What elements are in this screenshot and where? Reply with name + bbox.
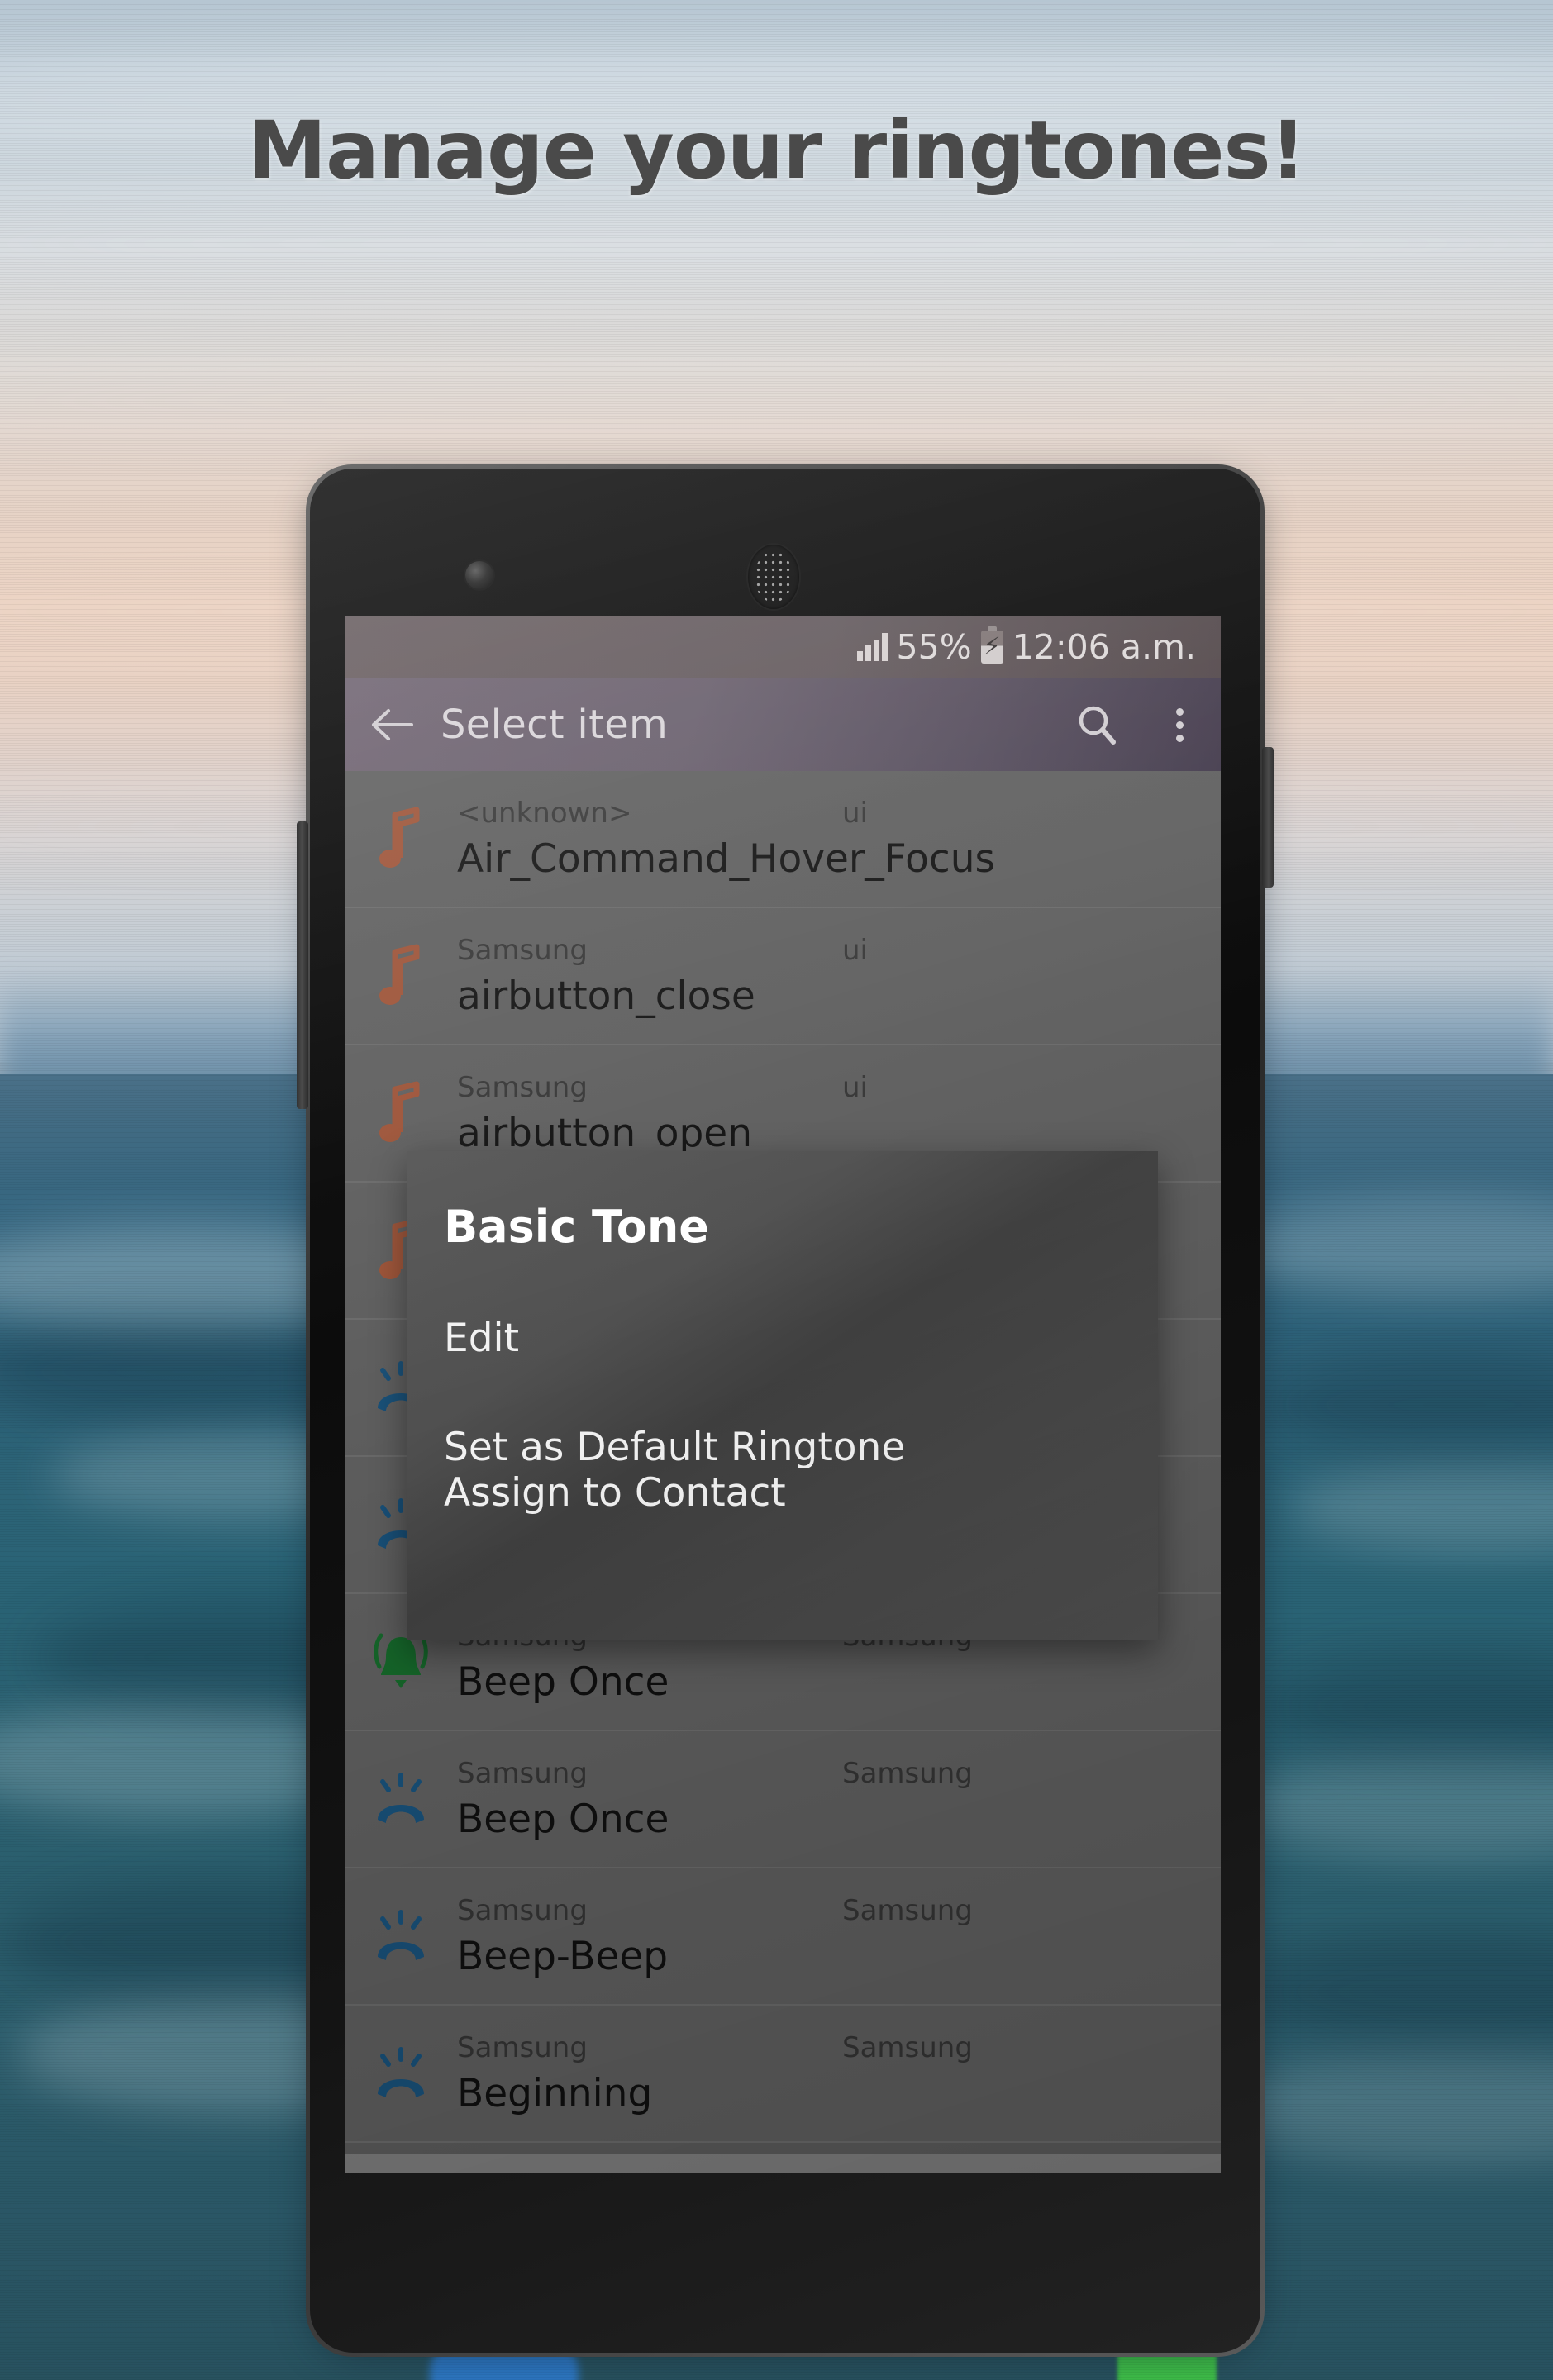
clock-label: 12:06 a.m. <box>1012 627 1196 667</box>
row-name: airbutton_open <box>457 1110 752 1156</box>
search-icon <box>1079 706 1116 745</box>
phone-screen: 55% ⚡ 12:06 a.m. Select item <unknown> u… <box>345 616 1221 2173</box>
phone-mockup: 55% ⚡ 12:06 a.m. Select item <unknown> u… <box>297 464 1274 2357</box>
phone-body: 55% ⚡ 12:06 a.m. Select item <unknown> u… <box>310 469 1260 2353</box>
row-name: airbutton_close <box>457 973 755 1019</box>
overflow-menu-icon <box>1175 707 1184 742</box>
row-album: Samsung <box>842 2030 973 2064</box>
power-button[interactable] <box>1262 747 1274 888</box>
music-note-icon <box>345 807 457 871</box>
app-bar: Select item <box>345 678 1221 771</box>
row-artist: Samsung <box>457 1893 588 1927</box>
table-row[interactable]: Samsung ui airbutton_close <box>345 908 1221 1045</box>
navigation-bar <box>345 2154 1221 2173</box>
table-row[interactable]: <unknown> ui Air_Command_Hover_Focus <box>345 771 1221 908</box>
row-album: ui <box>842 796 868 830</box>
row-album: ui <box>842 933 868 967</box>
ringing-phone-icon <box>345 2046 457 2101</box>
row-artist: Samsung <box>457 2030 588 2064</box>
phone-frame: 55% ⚡ 12:06 a.m. Select item <unknown> u… <box>297 464 1274 2357</box>
row-artist: Samsung <box>457 1070 588 1104</box>
row-name: Beep-Beep <box>457 1933 669 1979</box>
row-name: Beep Once <box>457 1659 669 1705</box>
context-menu-dialog: Basic Tone Edit Set as Default Ringtone … <box>407 1151 1158 1640</box>
row-artist: Samsung <box>457 933 588 967</box>
menu-item-edit[interactable]: Edit <box>407 1316 1158 1361</box>
menu-item-assign-to-contact[interactable]: Assign to Contact <box>407 1470 1158 1516</box>
row-album: ui <box>842 1070 868 1104</box>
volume-button[interactable] <box>297 821 308 1109</box>
app-bar-title: Select item <box>441 702 669 748</box>
search-button[interactable] <box>1055 702 1138 748</box>
music-note-icon <box>345 1081 457 1145</box>
row-album: Samsung <box>842 1893 973 1927</box>
earpiece-speaker-icon <box>748 545 799 609</box>
front-camera-icon <box>465 561 493 589</box>
battery-percent-label: 55% <box>896 627 972 667</box>
table-row[interactable]: Samsung Samsung Beginning <box>345 2006 1221 2143</box>
row-name: Beginning <box>457 2070 653 2116</box>
music-note-icon <box>345 944 457 1008</box>
table-row[interactable]: Samsung Samsung Beep Once <box>345 1731 1221 1868</box>
signal-bars-icon <box>856 633 888 661</box>
battery-charging-icon: ⚡ <box>980 626 1003 664</box>
row-name: Air_Command_Hover_Focus <box>457 835 995 882</box>
page-title: Manage your ringtones! <box>247 104 1307 197</box>
overflow-menu-button[interactable] <box>1138 707 1221 742</box>
table-row[interactable]: Samsung Samsung Beep-Beep <box>345 1868 1221 2006</box>
ringing-phone-icon <box>345 1909 457 1963</box>
row-album: Samsung <box>842 1756 973 1790</box>
back-button[interactable] <box>345 707 441 743</box>
menu-item-set-as-default-ringtone[interactable]: Set as Default Ringtone <box>407 1425 1158 1470</box>
row-artist: <unknown> <box>457 796 632 830</box>
status-bar: 55% ⚡ 12:06 a.m. <box>345 616 1221 678</box>
dialog-title: Basic Tone <box>444 1201 709 1253</box>
row-artist: Samsung <box>457 1756 588 1790</box>
back-arrow-icon <box>372 709 413 740</box>
row-name: Beep Once <box>457 1796 669 1842</box>
ringing-phone-icon <box>345 1772 457 1826</box>
